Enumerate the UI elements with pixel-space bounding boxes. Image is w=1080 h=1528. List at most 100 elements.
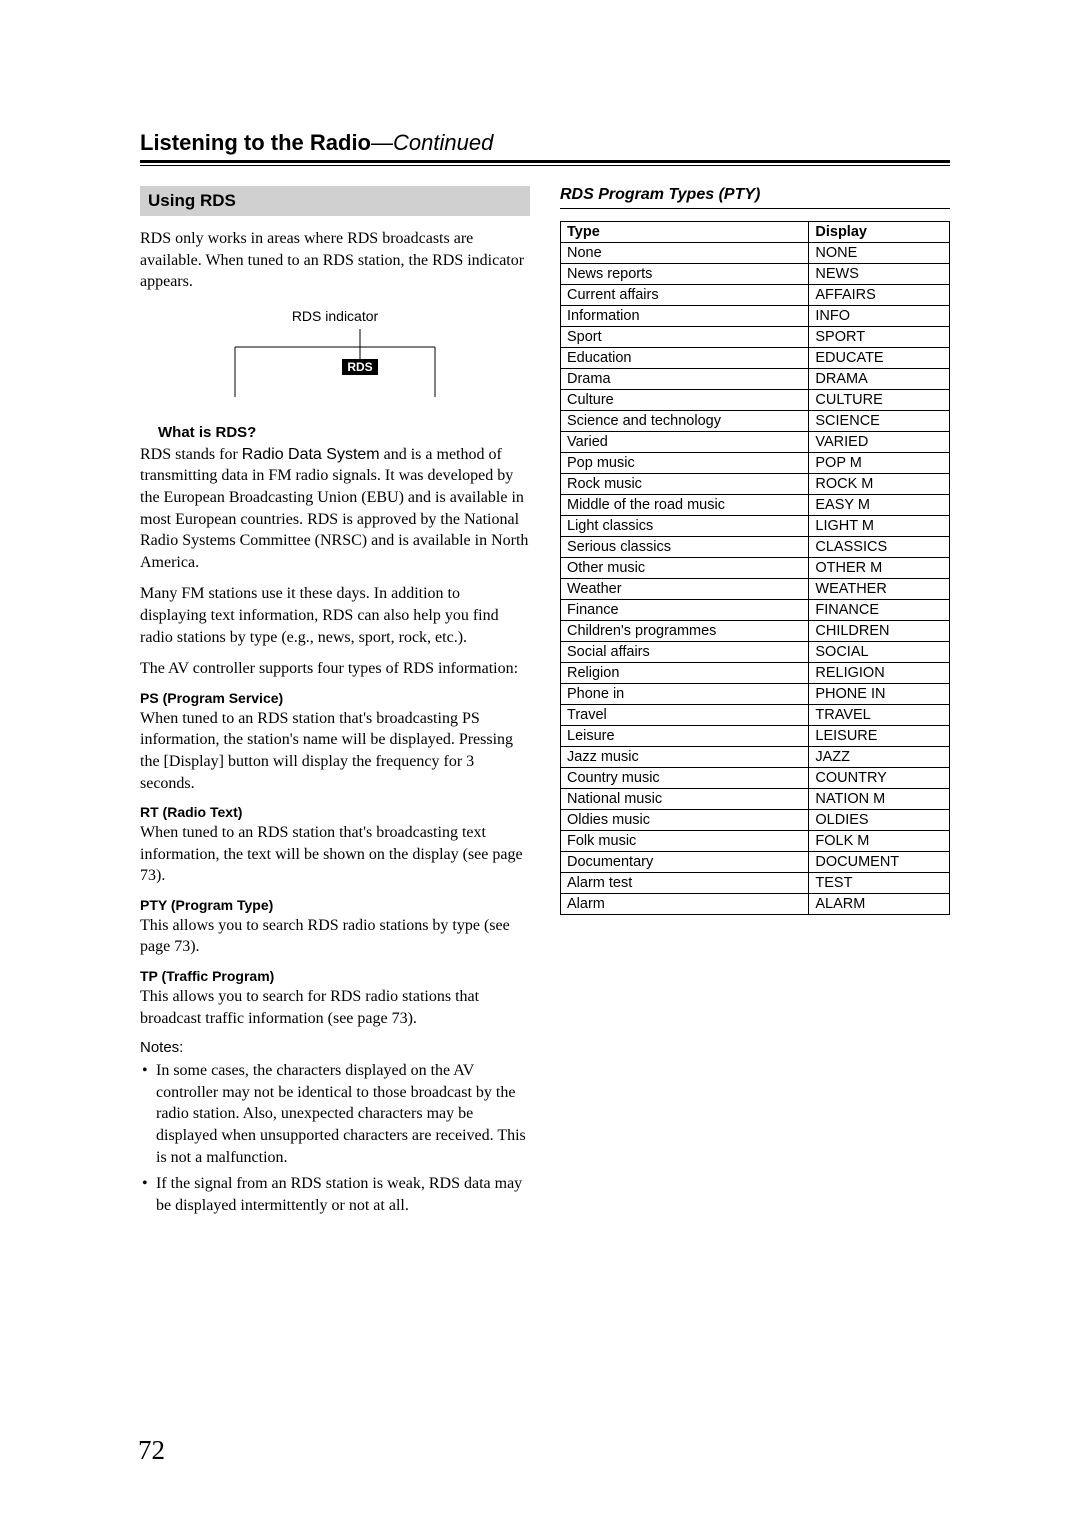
table-row: News reportsNEWS xyxy=(561,264,950,285)
cell-type: Drama xyxy=(561,369,809,390)
cell-display: RELIGION xyxy=(809,663,950,684)
svg-text:RDS: RDS xyxy=(347,360,372,374)
using-rds-header: Using RDS xyxy=(140,186,530,216)
notes-list: In some cases, the characters displayed … xyxy=(140,1060,530,1216)
cell-display: SPORT xyxy=(809,327,950,348)
cell-type: Education xyxy=(561,348,809,369)
table-row: Current affairsAFFAIRS xyxy=(561,285,950,306)
cell-display: FINANCE xyxy=(809,600,950,621)
table-row: DramaDRAMA xyxy=(561,369,950,390)
table-row: Country musicCOUNTRY xyxy=(561,768,950,789)
cell-display: VARIED xyxy=(809,432,950,453)
notes-label: Notes: xyxy=(140,1039,530,1056)
table-row: Jazz musicJAZZ xyxy=(561,747,950,768)
pty-table-head: Type Display xyxy=(561,222,950,243)
cell-type: Culture xyxy=(561,390,809,411)
table-header-row: Type Display xyxy=(561,222,950,243)
left-column: Using RDS RDS only works in areas where … xyxy=(140,186,530,1221)
cell-display: CHILDREN xyxy=(809,621,950,642)
cell-display: ROCK M xyxy=(809,474,950,495)
cell-display: TEST xyxy=(809,873,950,894)
tp-text: This allows you to search for RDS radio … xyxy=(140,986,530,1029)
what-is-p1-c: and is a method of transmitting data in … xyxy=(140,446,528,571)
rt-text: When tuned to an RDS station that's broa… xyxy=(140,822,530,887)
cell-type: Information xyxy=(561,306,809,327)
cell-display: SCIENCE xyxy=(809,411,950,432)
cell-type: Phone in xyxy=(561,684,809,705)
cell-display: NONE xyxy=(809,243,950,264)
note-item-2: If the signal from an RDS station is wea… xyxy=(156,1173,530,1216)
table-row: Folk musicFOLK M xyxy=(561,831,950,852)
cell-display: OTHER M xyxy=(809,558,950,579)
cell-display: JAZZ xyxy=(809,747,950,768)
ps-heading: PS (Program Service) xyxy=(140,690,530,706)
table-row: VariedVARIED xyxy=(561,432,950,453)
what-is-rds-p3: The AV controller supports four types of… xyxy=(140,658,530,680)
cell-display: NATION M xyxy=(809,789,950,810)
table-row: FinanceFINANCE xyxy=(561,600,950,621)
table-row: Oldies musicOLDIES xyxy=(561,810,950,831)
cell-type: Finance xyxy=(561,600,809,621)
table-row: Other musicOTHER M xyxy=(561,558,950,579)
table-row: AlarmALARM xyxy=(561,894,950,915)
cell-type: Serious classics xyxy=(561,537,809,558)
table-row: NoneNONE xyxy=(561,243,950,264)
cell-type: Children's programmes xyxy=(561,621,809,642)
cell-type: Pop music xyxy=(561,453,809,474)
cell-display: INFO xyxy=(809,306,950,327)
note-item-1: In some cases, the characters displayed … xyxy=(156,1060,530,1168)
table-row: DocumentaryDOCUMENT xyxy=(561,852,950,873)
title-rule xyxy=(140,160,950,166)
what-is-rds-heading: What is RDS? xyxy=(158,424,530,441)
intro-text: RDS only works in areas where RDS broadc… xyxy=(140,228,530,293)
content-columns: Using RDS RDS only works in areas where … xyxy=(140,186,950,1221)
cell-type: Light classics xyxy=(561,516,809,537)
cell-type: Folk music xyxy=(561,831,809,852)
cell-display: WEATHER xyxy=(809,579,950,600)
cell-display: LIGHT M xyxy=(809,516,950,537)
cell-display: CULTURE xyxy=(809,390,950,411)
cell-type: News reports xyxy=(561,264,809,285)
cell-display: POP M xyxy=(809,453,950,474)
col-display: Display xyxy=(809,222,950,243)
cell-display: COUNTRY xyxy=(809,768,950,789)
page-title-continued: Continued xyxy=(393,130,493,155)
cell-display: DOCUMENT xyxy=(809,852,950,873)
page-number: 72 xyxy=(138,1435,165,1466)
table-row: Middle of the road musicEASY M xyxy=(561,495,950,516)
cell-type: Rock music xyxy=(561,474,809,495)
cell-type: Travel xyxy=(561,705,809,726)
table-row: LeisureLEISURE xyxy=(561,726,950,747)
cell-display: TRAVEL xyxy=(809,705,950,726)
table-row: Alarm testTEST xyxy=(561,873,950,894)
table-row: Light classicsLIGHT M xyxy=(561,516,950,537)
what-is-p1-b: Radio Data System xyxy=(242,446,380,463)
what-is-p1-a: RDS stands for xyxy=(140,446,242,463)
cell-type: Science and technology xyxy=(561,411,809,432)
table-row: Rock musicROCK M xyxy=(561,474,950,495)
cell-type: Documentary xyxy=(561,852,809,873)
rds-diagram-svg: RDS xyxy=(230,329,440,399)
pty-table: Type Display NoneNONENews reportsNEWSCur… xyxy=(560,221,950,915)
cell-type: Oldies music xyxy=(561,810,809,831)
cell-display: LEISURE xyxy=(809,726,950,747)
table-row: Phone inPHONE IN xyxy=(561,684,950,705)
page-title-sep: — xyxy=(371,130,393,155)
col-type: Type xyxy=(561,222,809,243)
cell-type: National music xyxy=(561,789,809,810)
table-row: WeatherWEATHER xyxy=(561,579,950,600)
cell-type: Social affairs xyxy=(561,642,809,663)
right-column: RDS Program Types (PTY) Type Display Non… xyxy=(560,186,950,1221)
cell-display: EDUCATE xyxy=(809,348,950,369)
pty-table-header: RDS Program Types (PTY) xyxy=(560,186,950,204)
cell-display: FOLK M xyxy=(809,831,950,852)
cell-display: AFFAIRS xyxy=(809,285,950,306)
cell-type: Alarm test xyxy=(561,873,809,894)
table-row: Children's programmesCHILDREN xyxy=(561,621,950,642)
cell-display: ALARM xyxy=(809,894,950,915)
rds-indicator-label: RDS indicator xyxy=(140,308,530,324)
cell-type: Middle of the road music xyxy=(561,495,809,516)
table-row: EducationEDUCATE xyxy=(561,348,950,369)
rt-heading: RT (Radio Text) xyxy=(140,804,530,820)
table-row: ReligionRELIGION xyxy=(561,663,950,684)
